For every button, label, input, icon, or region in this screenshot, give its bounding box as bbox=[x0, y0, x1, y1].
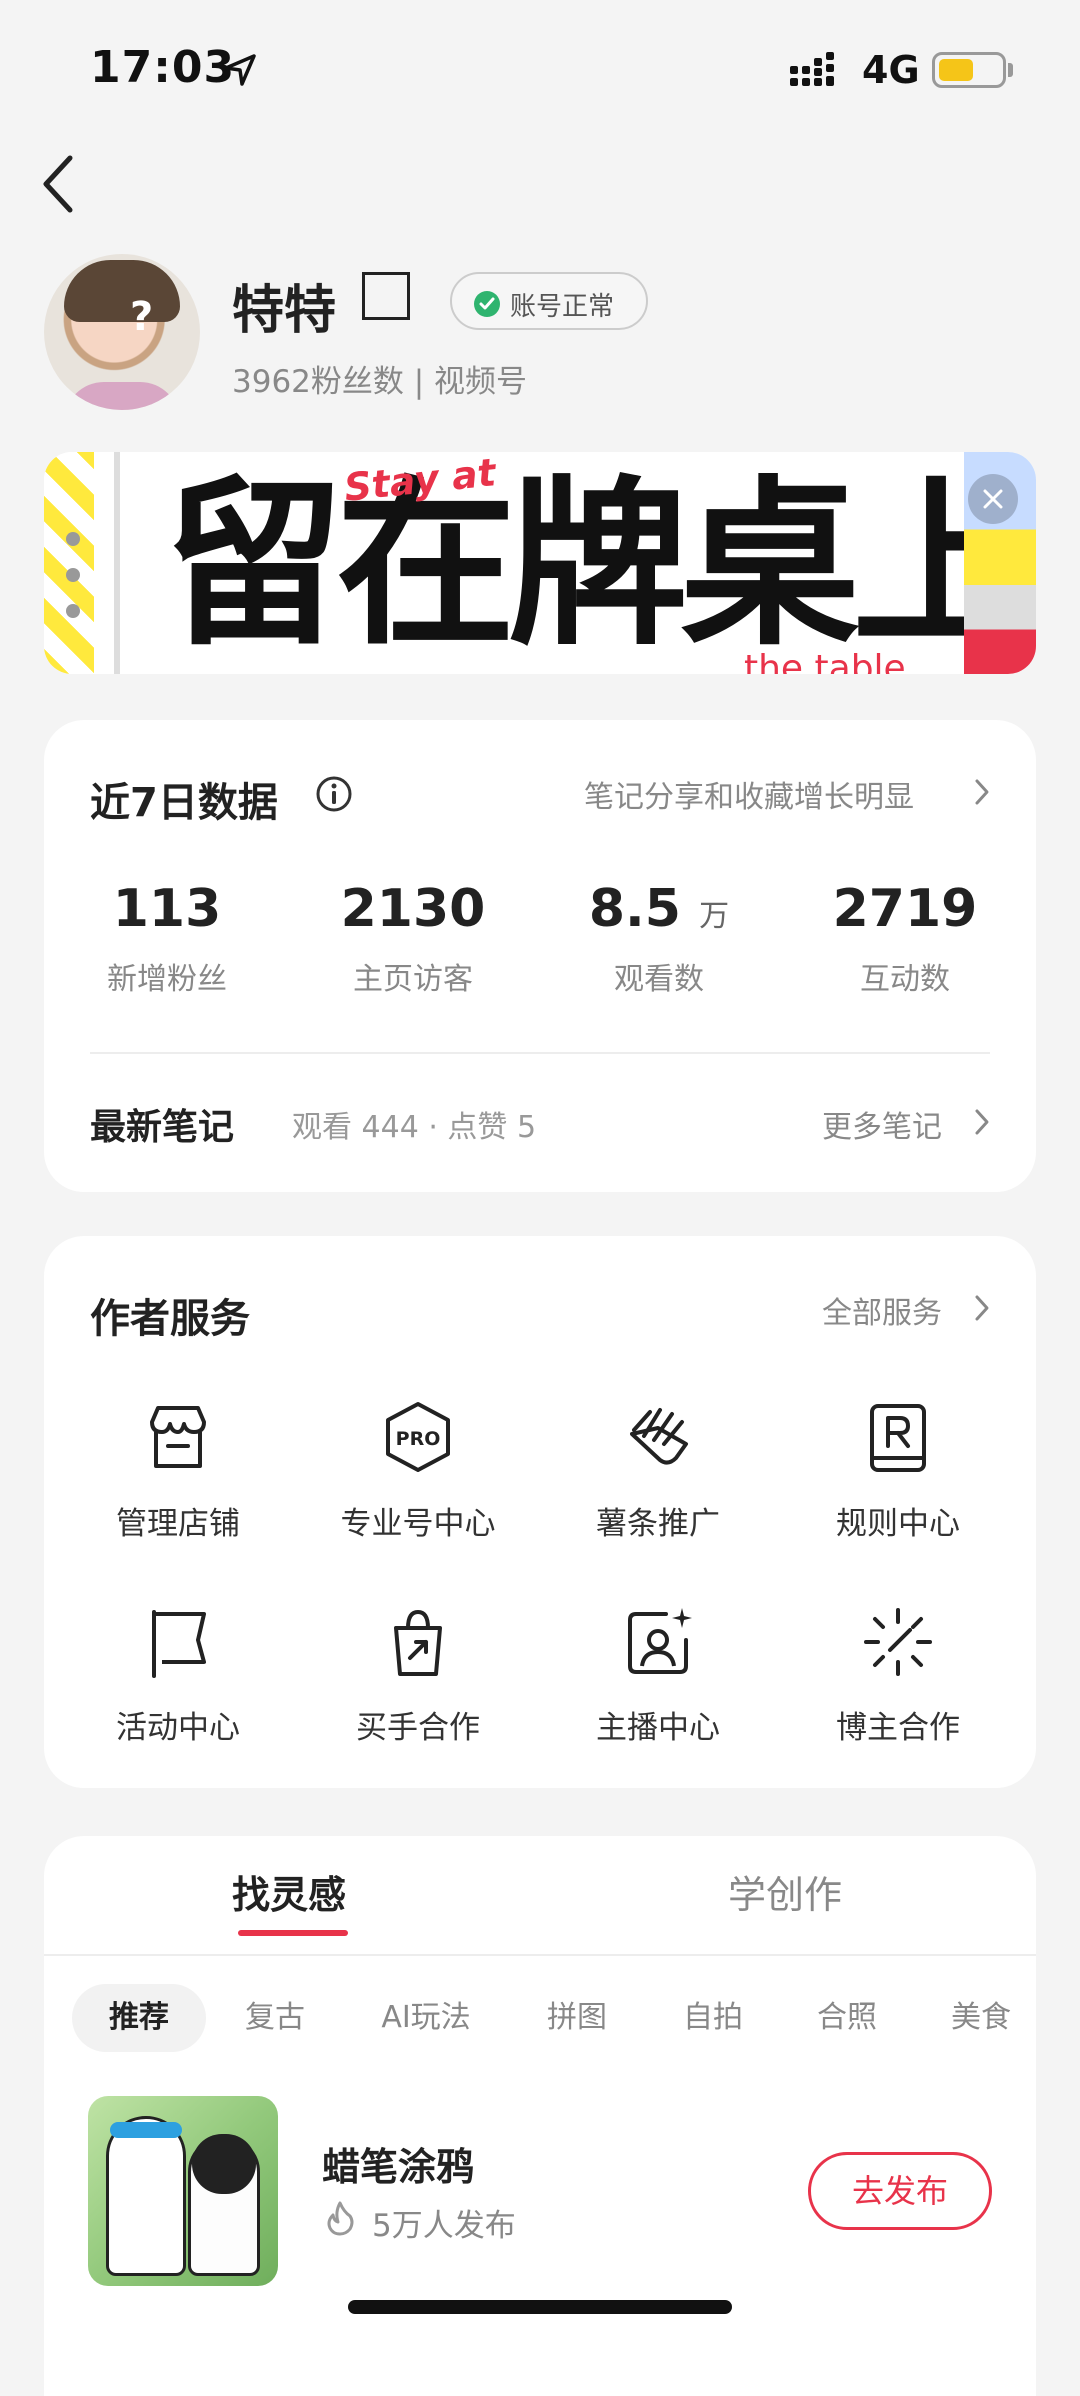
battery-level bbox=[939, 59, 973, 81]
stat-value: 2719 bbox=[832, 879, 978, 939]
account-status-badge[interactable]: 账号正常 bbox=[450, 272, 648, 330]
service-label: 规则中心 bbox=[836, 1506, 960, 1542]
publish-button[interactable]: 去发布 bbox=[808, 2152, 992, 2230]
trend-publish-count: 5万人发布 bbox=[372, 2208, 516, 2244]
shopping-bag-icon bbox=[394, 1609, 442, 1676]
chevron-right-icon bbox=[975, 1109, 989, 1135]
chevron-right-icon bbox=[975, 1295, 989, 1321]
trend-thumbnail[interactable] bbox=[88, 2096, 278, 2286]
stat-views[interactable]: 8.5 万 观看数 bbox=[536, 876, 782, 998]
profile-name: 特特 bbox=[232, 281, 337, 341]
name-placeholder-box bbox=[362, 272, 410, 320]
all-services-link[interactable]: 全部服务 bbox=[822, 1288, 942, 1332]
svg-text:PRO: PRO bbox=[396, 1428, 441, 1450]
status-bar: 17:03 4G bbox=[0, 0, 1080, 140]
divider bbox=[90, 1052, 990, 1054]
service-fries-promotion[interactable]: 薯条推广 bbox=[538, 1400, 778, 1543]
stat-new-followers[interactable]: 113 新增粉丝 bbox=[44, 876, 290, 998]
cellular-signal-icon bbox=[790, 52, 834, 86]
service-event-center[interactable]: 活动中心 bbox=[58, 1604, 298, 1747]
service-buyer-collab[interactable]: 买手合作 bbox=[298, 1604, 538, 1747]
stat-label: 主页访客 bbox=[353, 962, 473, 997]
pro-icon: PRO bbox=[386, 1402, 450, 1472]
stat-profile-visitors[interactable]: 2130 主页访客 bbox=[290, 876, 536, 998]
chip-group-photo[interactable]: 合照 bbox=[792, 1984, 902, 2052]
tab-find-inspiration[interactable]: 找灵感 bbox=[232, 1864, 346, 1919]
chip-collage[interactable]: 拼图 bbox=[522, 1984, 632, 2052]
stat-label: 互动数 bbox=[860, 962, 950, 997]
banner-close-icon[interactable] bbox=[968, 474, 1018, 524]
fries-icon bbox=[630, 1408, 688, 1465]
chip-ai-play[interactable]: AI玩法 bbox=[356, 1984, 496, 2052]
location-arrow-icon bbox=[224, 54, 256, 86]
service-pro-center[interactable]: PRO 专业号中心 bbox=[298, 1400, 538, 1543]
chip-retro[interactable]: 复古 bbox=[220, 1984, 330, 2052]
stats-insight-link[interactable]: 笔记分享和收藏增长明显 bbox=[584, 772, 914, 816]
latest-note-label: 最新笔记 bbox=[90, 1107, 235, 1148]
service-manage-shop[interactable]: 管理店铺 bbox=[58, 1400, 298, 1543]
active-tab-indicator bbox=[238, 1930, 348, 1936]
promo-banner[interactable]: 留在牌桌上 Stay at the table bbox=[44, 452, 1036, 674]
account-status-label: 账号正常 bbox=[510, 292, 615, 322]
banner-bottom-text: the table bbox=[744, 648, 906, 674]
service-blogger-collab[interactable]: 博主合作 bbox=[778, 1604, 1018, 1747]
home-indicator[interactable] bbox=[348, 2300, 732, 2314]
service-label: 薯条推广 bbox=[596, 1506, 720, 1542]
check-circle-icon bbox=[474, 291, 500, 317]
service-label: 买手合作 bbox=[356, 1710, 480, 1746]
service-label: 专业号中心 bbox=[340, 1506, 496, 1542]
chip-food[interactable]: 美食 bbox=[926, 1984, 1036, 2052]
streamer-icon bbox=[628, 1608, 692, 1674]
more-notes-link[interactable]: 更多笔记 bbox=[822, 1102, 942, 1146]
service-label: 主播中心 bbox=[596, 1710, 720, 1746]
service-label: 活动中心 bbox=[116, 1710, 240, 1746]
service-rules-center[interactable]: 规则中心 bbox=[778, 1400, 1018, 1543]
avatar[interactable]: ? bbox=[44, 254, 200, 410]
sparkle-icon bbox=[864, 1608, 932, 1676]
tabs-divider bbox=[44, 1954, 1036, 1956]
stat-value: 2130 bbox=[340, 879, 486, 939]
status-time: 17:03 bbox=[90, 42, 236, 93]
stat-label: 新增粉丝 bbox=[107, 962, 227, 997]
chip-selfie[interactable]: 自拍 bbox=[658, 1984, 768, 2052]
network-type: 4G bbox=[862, 48, 920, 92]
back-chevron-icon[interactable] bbox=[36, 150, 80, 218]
chevron-right-icon bbox=[975, 779, 989, 805]
stat-value: 8.5 bbox=[588, 879, 681, 939]
stats-title: 近7日数据 bbox=[90, 780, 278, 826]
shop-icon bbox=[150, 1406, 206, 1468]
stat-unit: 万 bbox=[699, 899, 730, 934]
stat-interactions[interactable]: 2719 互动数 bbox=[782, 876, 1028, 998]
services-title: 作者服务 bbox=[90, 1296, 250, 1342]
banner-binding-dots bbox=[66, 532, 80, 632]
banner-headline: 留在牌桌上 bbox=[164, 461, 1032, 670]
service-streamer-center[interactable]: 主播中心 bbox=[538, 1604, 778, 1747]
trend-title: 蜡笔涂鸦 bbox=[322, 2145, 475, 2189]
stat-label: 观看数 bbox=[614, 962, 704, 997]
service-label: 博主合作 bbox=[836, 1710, 960, 1746]
info-icon[interactable] bbox=[314, 774, 354, 814]
stats-card: 近7日数据 笔记分享和收藏增长明显 113 新增粉丝 2130 主页访客 8.5… bbox=[44, 720, 1036, 1192]
profile-subtitle: 3962粉丝数 | 视频号 bbox=[232, 364, 528, 400]
rules-book-icon bbox=[870, 1404, 926, 1472]
stat-value: 113 bbox=[112, 879, 222, 939]
battery-tip bbox=[1008, 63, 1013, 77]
tab-learn-creation[interactable]: 学创作 bbox=[728, 1864, 842, 1919]
flame-icon bbox=[327, 2201, 354, 2236]
service-label: 管理店铺 bbox=[116, 1506, 240, 1542]
latest-note-meta: 观看 444 · 点赞 5 bbox=[292, 1110, 537, 1145]
chip-recommended[interactable]: 推荐 bbox=[72, 1984, 206, 2052]
battery-icon bbox=[932, 52, 1006, 88]
flag-icon bbox=[152, 1610, 206, 1678]
